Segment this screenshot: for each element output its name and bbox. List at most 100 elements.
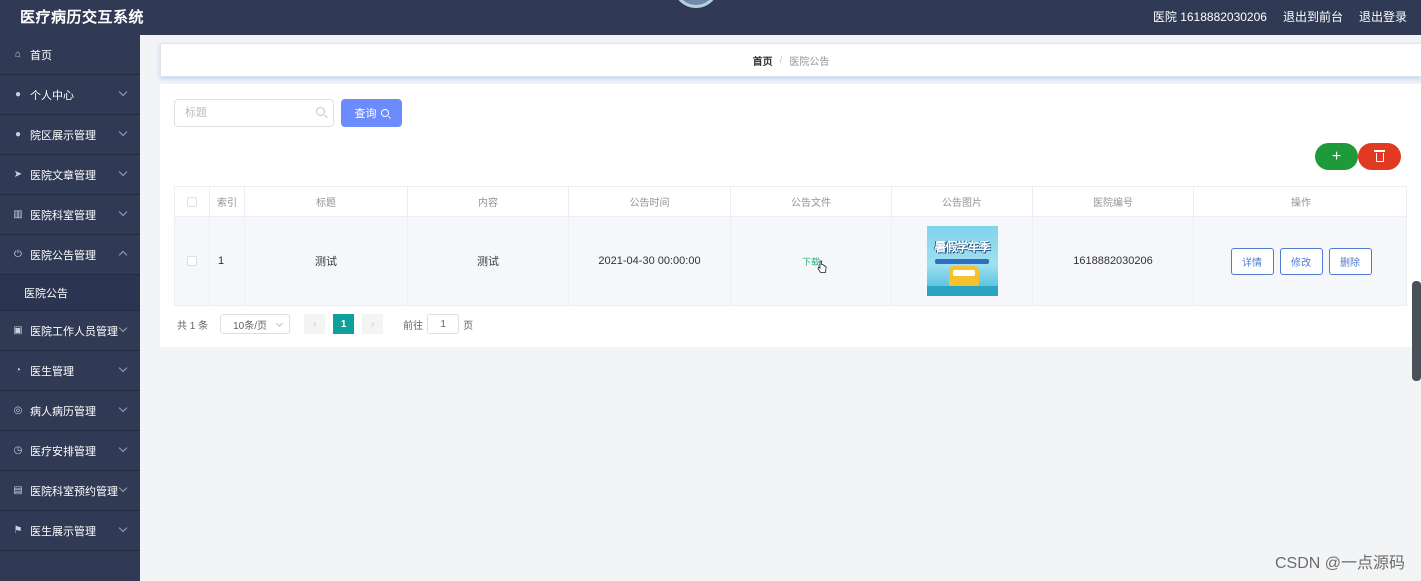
sidebar-item-schedule[interactable]: ◷ 医疗安排管理: [0, 431, 140, 471]
row-file-cell: 下载: [731, 217, 892, 305]
row-time: 2021-04-30 00:00:00: [569, 217, 731, 305]
row-checkbox-cell: [175, 217, 210, 305]
notice-image[interactable]: 暑假学车季: [926, 226, 998, 296]
delete-button[interactable]: [1358, 143, 1401, 170]
chevron-down-icon: [118, 127, 128, 137]
gauge-icon: ◔: [14, 365, 22, 376]
header-file: 公告文件: [731, 187, 892, 216]
sidebar-item-label: 医院文章管理: [30, 169, 96, 182]
sidebar-item-label: 医院科室预约管理: [30, 485, 118, 498]
scrollbar[interactable]: [1412, 281, 1421, 381]
lifebuoy-icon: ◎: [13, 405, 23, 416]
table-row: 1 测试 测试 2021-04-30 00:00:00 下载 暑假学车季 161…: [175, 217, 1406, 305]
breadcrumb-current: 医院公告: [789, 56, 830, 68]
chevron-down-icon: [118, 363, 128, 373]
sidebar-item-label: 院区展示管理: [30, 129, 96, 142]
query-button[interactable]: 查询: [341, 99, 402, 127]
prev-page-button[interactable]: ‹: [304, 314, 326, 334]
back-to-front-link[interactable]: 退出到前台: [1283, 8, 1343, 25]
poster-title: 暑假学车季: [934, 240, 990, 254]
top-right-menu: 医院 1618882030206 退出到前台 退出登录: [1153, 8, 1407, 25]
sidebar-item-campus[interactable]: ● 院区展示管理: [0, 115, 140, 155]
chevron-down-icon: [118, 443, 128, 453]
row-action-group: 详情 修改 删除: [1230, 247, 1372, 275]
sidebar-item-label: 医院科室管理: [30, 209, 96, 222]
home-icon: ⌂: [14, 49, 22, 60]
sidebar-item-notices[interactable]: ⏻ 医院公告管理: [0, 235, 140, 275]
page-size-select[interactable]: 10条/页: [220, 314, 291, 334]
chevron-down-icon: [118, 483, 128, 493]
logout-link[interactable]: 退出登录: [1359, 8, 1407, 25]
page-number-1[interactable]: 1: [333, 314, 355, 334]
sidebar-item-records[interactable]: ◎ 病人病历管理: [0, 391, 140, 431]
sidebar-item-home[interactable]: ⌂ 首页: [0, 35, 140, 75]
chevron-down-icon: [118, 87, 128, 97]
row-image-cell: 暑假学车季: [892, 217, 1033, 305]
avatar: [673, 0, 719, 8]
sidebar-item-staff[interactable]: ▣ 医院工作人员管理: [0, 311, 140, 351]
user-icon: ●: [14, 129, 22, 140]
sidebar-subitem-notices[interactable]: 医院公告: [0, 275, 140, 311]
search-box: [174, 99, 334, 127]
sidebar-item-label: 医生展示管理: [30, 525, 96, 538]
trash-icon: [1373, 150, 1385, 162]
add-button[interactable]: +: [1315, 143, 1358, 170]
breadcrumb: 首页 / 医院公告: [160, 43, 1421, 77]
header-index: 索引: [210, 187, 245, 216]
search-icon: [380, 109, 389, 117]
delete-row-button[interactable]: 删除: [1328, 247, 1372, 275]
briefcase-icon: ▣: [13, 325, 23, 336]
edit-button[interactable]: 修改: [1279, 247, 1323, 275]
row-title: 测试: [245, 217, 408, 305]
sidebar-item-departments[interactable]: ▥ 医院科室管理: [0, 195, 140, 235]
goto-page-input[interactable]: [427, 314, 460, 334]
row-checkbox[interactable]: [187, 256, 197, 266]
sidebar-item-appointments[interactable]: ▤ 医院科室预约管理: [0, 471, 140, 511]
sidebar-item-label: 医生管理: [30, 365, 74, 378]
app-title: 医疗病历交互系统: [20, 9, 145, 26]
page-unit-label: 页: [463, 320, 474, 332]
sidebar-item-doctors[interactable]: ◔ 医生管理: [0, 351, 140, 391]
clock-icon: ◷: [13, 445, 23, 456]
bus-illustration: [948, 266, 979, 286]
breadcrumb-separator: /: [779, 54, 783, 66]
header-hospital-code: 医院编号: [1033, 187, 1194, 216]
poster-band: [935, 259, 989, 264]
next-page-button[interactable]: ›: [362, 314, 384, 334]
watermark: CSDN @一点源码: [1274, 555, 1405, 572]
row-hospital-code: 1618882030206: [1033, 217, 1194, 305]
clipboard-icon: ▤: [13, 485, 23, 496]
header-time: 公告时间: [569, 187, 731, 216]
sidebar: ⌂ 首页 ● 个人中心 ● 院区展示管理 ➤ 医院文章管理 ▥ 医院科室管理 ⏻…: [0, 35, 140, 581]
detail-button[interactable]: 详情: [1230, 247, 1274, 275]
breadcrumb-home[interactable]: 首页: [753, 53, 773, 68]
user-label: 医院 1618882030206: [1152, 10, 1267, 24]
sidebar-item-articles[interactable]: ➤ 医院文章管理: [0, 155, 140, 195]
columns-icon: ▥: [13, 209, 23, 220]
header-image: 公告图片: [892, 187, 1033, 216]
hand-cursor-icon: [817, 260, 827, 273]
power-icon: ⏻: [14, 249, 22, 260]
sidebar-item-label: 首页: [30, 49, 52, 62]
sidebar-item-label: 病人病历管理: [30, 405, 96, 418]
row-content: 测试: [408, 217, 569, 305]
sidebar-item-personal-center[interactable]: ● 个人中心: [0, 75, 140, 115]
chevron-down-icon: [118, 207, 128, 217]
query-button-label: 查询: [354, 108, 377, 120]
goto-label: 前往: [403, 320, 424, 332]
chevron-down-icon: [118, 523, 128, 533]
top-header: 医疗病历交互系统 医院 1618882030206 退出到前台 退出登录: [0, 0, 1421, 35]
select-all-checkbox[interactable]: [187, 196, 197, 207]
chevron-down-icon: [118, 167, 128, 177]
chevron-down-icon: [118, 323, 128, 333]
header-content: 内容: [408, 187, 569, 216]
header-checkbox-cell: [175, 187, 210, 216]
search-input[interactable]: [175, 100, 305, 126]
row-operations: 详情 修改 删除: [1194, 217, 1408, 305]
pagination-total: 共 1 条: [177, 320, 209, 332]
sidebar-item-doctor-showcase[interactable]: ⚑ 医生展示管理: [0, 511, 140, 551]
sidebar-item-label: 医疗安排管理: [30, 445, 96, 458]
chevron-down-icon: [118, 403, 128, 413]
notice-table: 索引 标题 内容 公告时间 公告文件 公告图片 医院编号 操作 1 测试 测试 …: [174, 186, 1407, 306]
row-index: 1: [210, 217, 245, 305]
